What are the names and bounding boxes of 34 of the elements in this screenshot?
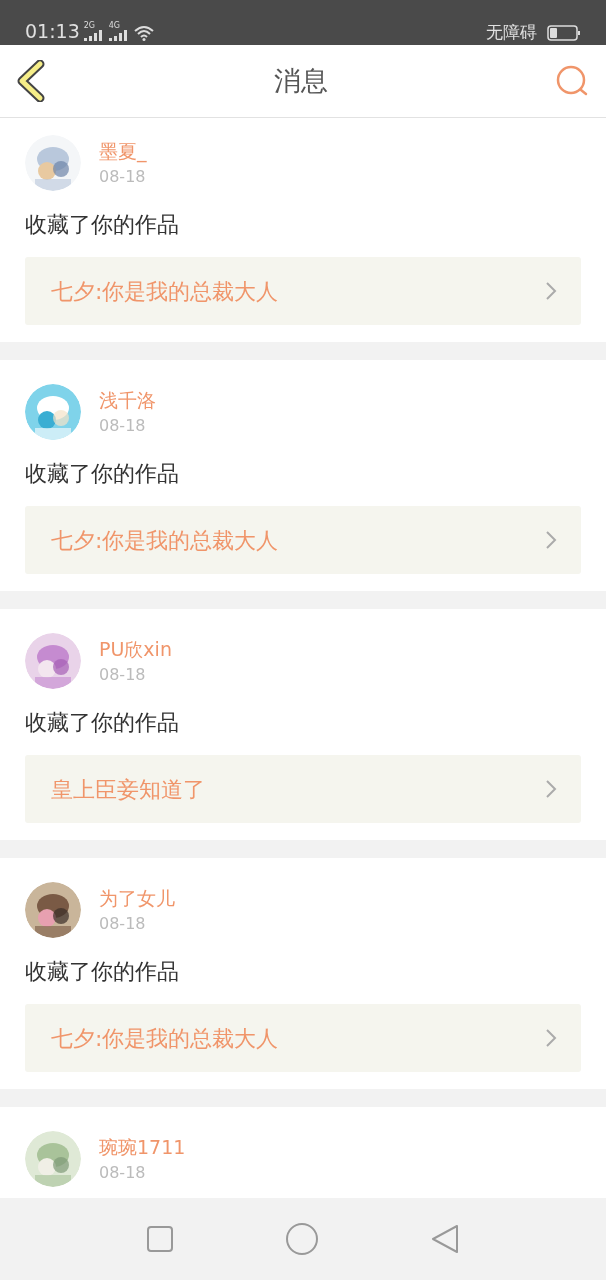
search-icon [555, 64, 589, 98]
message-text: 收藏了你的作品 [25, 709, 180, 737]
user-name[interactable]: PU欣xin [99, 637, 172, 661]
battery-icon [547, 25, 581, 41]
chevron-icon [545, 779, 557, 799]
user-name[interactable]: 墨夏_ [99, 139, 147, 163]
chevron-icon [545, 281, 557, 301]
message-date: 08-18 [99, 665, 147, 685]
user-name[interactable]: 为了女儿 [99, 886, 175, 910]
network-label: 4G [108, 22, 121, 30]
triangle-icon [431, 1224, 460, 1254]
message-text: 收藏了你的作品 [25, 211, 180, 239]
message-date: 08-18 [99, 914, 147, 934]
circle-icon [286, 1223, 318, 1255]
user-name[interactable]: 琬琬1711 [99, 1135, 186, 1159]
back-icon [16, 60, 46, 102]
chevron-icon [545, 530, 557, 550]
work-link[interactable]: 皇上臣妾知道了 [25, 755, 581, 823]
square-icon [146, 1226, 173, 1252]
wifi-icon [133, 25, 154, 41]
message-date: 08-18 [99, 1163, 147, 1183]
message-text: 收藏了你的作品 [25, 460, 180, 488]
message-date: 08-18 [99, 416, 147, 436]
message-date: 08-18 [99, 167, 147, 187]
work-link[interactable]: 七夕:你是我的总裁大人 [25, 506, 581, 574]
network-label: 2G [83, 22, 96, 30]
accessibility-label: 无障碍 [486, 24, 537, 41]
work-link[interactable]: 七夕:你是我的总裁大人 [25, 1004, 581, 1072]
page-title: 消息 [274, 63, 328, 98]
message-text: 收藏了你的作品 [25, 958, 180, 986]
user-name[interactable]: 浅千洛 [99, 388, 156, 412]
chevron-icon [545, 1028, 557, 1048]
work-link[interactable]: 七夕:你是我的总裁大人 [25, 257, 581, 325]
clock: 01:13 [25, 22, 80, 41]
